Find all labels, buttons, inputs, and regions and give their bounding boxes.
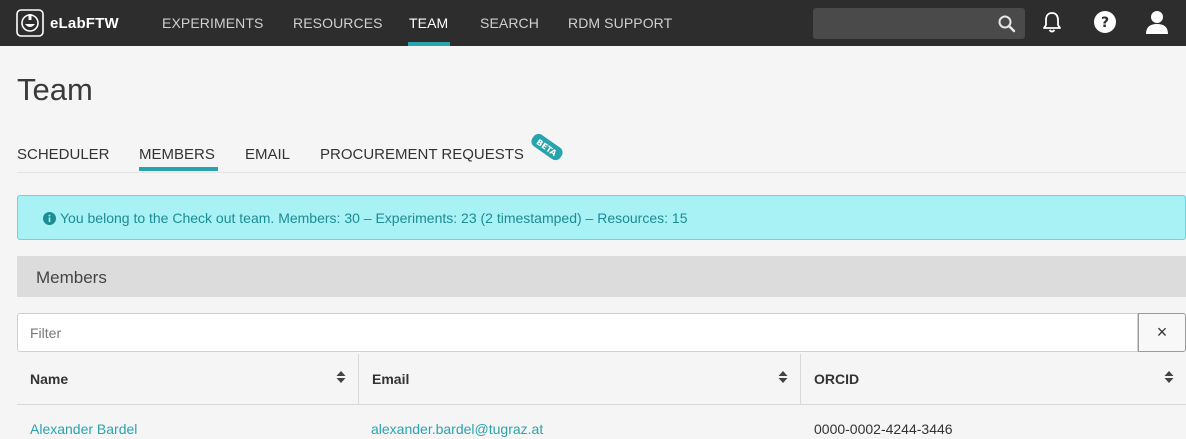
page-title: Team <box>17 72 93 107</box>
active-nav-indicator <box>408 42 450 46</box>
sort-icon[interactable] <box>336 370 346 384</box>
members-filter-input[interactable] <box>17 313 1138 352</box>
tab-members[interactable]: MEMBERS <box>139 146 215 163</box>
members-table: Name Email ORCID Alexander Bardel alexan… <box>17 354 1186 439</box>
nav-team[interactable]: TEAM <box>409 15 448 31</box>
sort-icon[interactable] <box>1164 370 1174 384</box>
member-name-link[interactable]: Alexander Bardel <box>30 421 137 437</box>
user-icon[interactable] <box>1144 9 1170 35</box>
column-header-orcid-label: ORCID <box>814 371 860 387</box>
active-tab-indicator <box>139 167 218 171</box>
column-header-email[interactable]: Email <box>359 354 800 405</box>
svg-text:?: ? <box>1101 15 1109 31</box>
nav-experiments[interactable]: EXPERIMENTS <box>162 15 263 31</box>
beta-badge: BETA <box>531 133 563 161</box>
team-info-alert: You belong to the Check out team. Member… <box>17 195 1186 240</box>
tab-email[interactable]: EMAIL <box>245 146 290 163</box>
brand-name: eLabFTW <box>50 14 119 32</box>
top-navbar: eLabFTW EXPERIMENTS RESOURCES TEAM SEARC… <box>0 0 1186 46</box>
info-icon <box>43 212 56 225</box>
bell-icon[interactable] <box>1039 9 1065 35</box>
quick-search <box>813 8 1025 39</box>
nav-rdm-support[interactable]: RDM SUPPORT <box>568 15 672 31</box>
nav-resources[interactable]: RESOURCES <box>293 15 383 31</box>
member-email-link[interactable]: alexander.bardel@tugraz.at <box>371 421 543 437</box>
sort-icon[interactable] <box>778 370 788 384</box>
help-icon[interactable]: ? <box>1092 9 1118 35</box>
quick-search-input[interactable] <box>813 8 983 39</box>
members-section-header: Members <box>17 256 1186 297</box>
tabs-divider <box>17 172 1186 173</box>
column-header-name-label: Name <box>30 371 69 387</box>
column-header-orcid[interactable]: ORCID <box>801 354 1186 405</box>
brand-logo[interactable]: eLabFTW <box>16 8 119 38</box>
nav-search[interactable]: SEARCH <box>480 15 539 31</box>
column-header-email-label: Email <box>372 371 410 387</box>
search-icon[interactable] <box>997 14 1017 34</box>
member-orcid: 0000-0002-4244-3446 <box>814 421 953 437</box>
members-heading: Members <box>36 268 107 287</box>
tab-scheduler[interactable]: SCHEDULER <box>17 146 110 163</box>
tab-procurement-requests[interactable]: PROCUREMENT REQUESTS <box>320 146 524 163</box>
column-header-name[interactable]: Name <box>17 354 358 405</box>
alert-message: You belong to the Check out team. Member… <box>60 210 688 226</box>
elabftw-logo-icon <box>16 9 44 37</box>
clear-filter-button[interactable]: × <box>1138 313 1186 352</box>
